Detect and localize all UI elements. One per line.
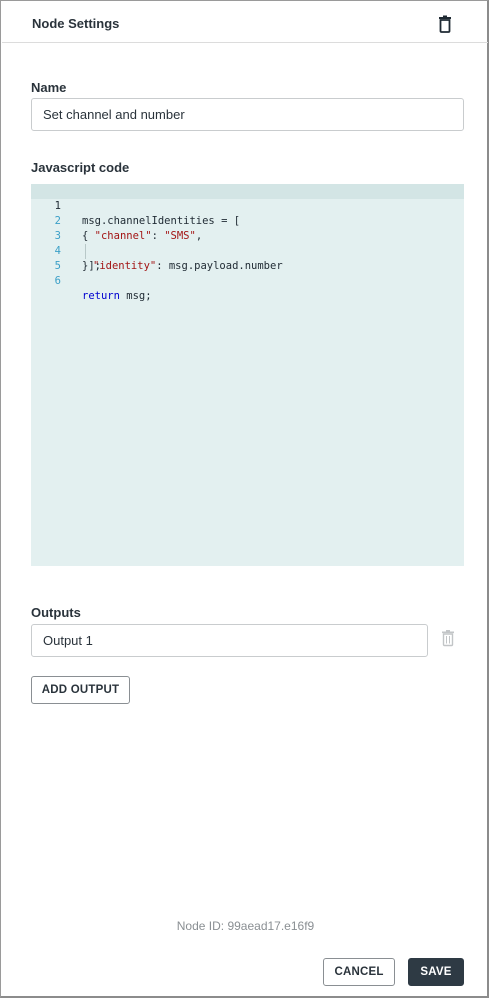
save-button[interactable]: SAVE xyxy=(408,958,464,986)
cancel-button[interactable]: CANCEL xyxy=(323,958,395,986)
code-token: msg; xyxy=(119,290,152,302)
trash-icon xyxy=(442,630,454,647)
node-settings-panel: Node Settings Name Javascript code 1 msg… xyxy=(0,0,489,998)
code-line: 4 }]; xyxy=(31,229,464,272)
panel-header: Node Settings xyxy=(2,2,488,43)
code-text: return msg; xyxy=(82,289,152,304)
code-line: 1 msg.channelIdentities = [ xyxy=(31,184,464,227)
line-number: 6 xyxy=(54,275,61,287)
code-line: 6 return msg; xyxy=(31,259,464,302)
panel-title: Node Settings xyxy=(32,16,120,31)
trash-icon xyxy=(439,15,451,33)
delete-output-button[interactable] xyxy=(440,629,456,647)
output-input[interactable] xyxy=(31,624,428,657)
name-label: Name xyxy=(31,80,67,95)
code-line: 3 "identity": msg.payload.number xyxy=(31,214,464,272)
code-keyword: return xyxy=(82,290,120,302)
code-editor[interactable]: 1 msg.channelIdentities = [ 2 { "channel… xyxy=(31,184,464,566)
code-line: 2 { "channel": "SMS", xyxy=(31,199,464,242)
code-label: Javascript code xyxy=(31,160,130,175)
name-input[interactable] xyxy=(31,98,464,131)
delete-node-button[interactable] xyxy=(435,14,455,34)
code-line: 5 xyxy=(31,244,464,272)
node-id-text: Node ID: 99aead17.e16f9 xyxy=(176,919,315,933)
outputs-label: Outputs xyxy=(31,605,81,620)
add-output-button[interactable]: ADD OUTPUT xyxy=(31,676,130,704)
